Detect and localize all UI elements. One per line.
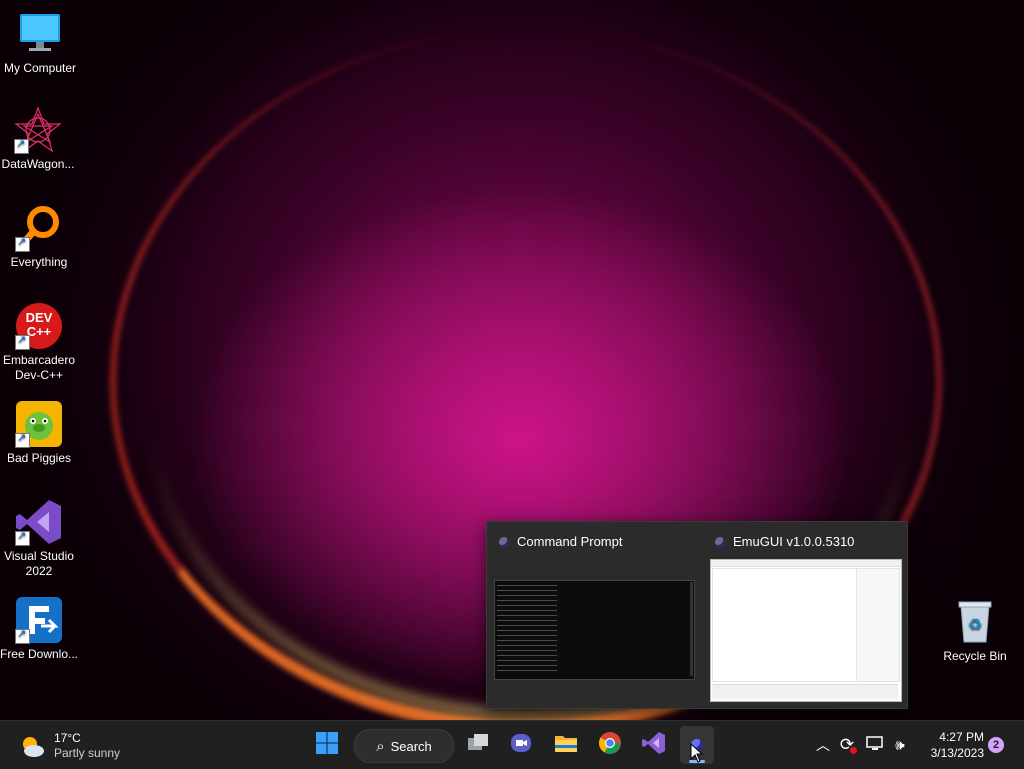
volume-button[interactable]: 🕪 xyxy=(886,729,914,761)
partly-sunny-icon xyxy=(18,732,46,760)
desktop-icon-label: My Computer xyxy=(3,61,77,75)
desktop-icon-label: DataWagon... xyxy=(1,157,75,171)
console-text-block xyxy=(497,583,557,675)
file-explorer-icon xyxy=(554,731,578,760)
start-button[interactable] xyxy=(311,729,343,761)
sync-error-icon: ⟳ xyxy=(840,735,858,755)
desktop-icon-label: Free Downlo... xyxy=(0,647,79,661)
magnifier-icon xyxy=(15,204,63,252)
chevron-up-icon: ︿ xyxy=(816,737,830,753)
emugui-icon xyxy=(715,536,725,547)
monitor-icon xyxy=(16,10,64,58)
free-download-icon xyxy=(15,596,63,644)
thumbnail-title-command-prompt[interactable]: Command Prompt xyxy=(499,534,622,549)
clock[interactable]: 4:27 PM 3/13/2023 xyxy=(916,729,984,761)
network-button[interactable] xyxy=(861,729,889,761)
speaker-icon: 🕪 xyxy=(895,736,905,754)
desktop-icon-everything[interactable]: Everything xyxy=(0,204,79,270)
desktop-icon-label: Embarcadero Dev-C++ xyxy=(2,353,76,382)
emugui-side-panel xyxy=(856,568,900,682)
clock-time: 4:27 PM xyxy=(939,730,984,744)
clock-date: 3/13/2023 xyxy=(930,746,984,760)
thumbnail-command-prompt[interactable] xyxy=(494,580,695,680)
shortcut-arrow-icon xyxy=(15,431,30,448)
notification-badge[interactable]: 2 xyxy=(988,737,1004,753)
chrome-icon xyxy=(598,731,622,760)
devcpp-icon: DEV C++ xyxy=(15,302,63,350)
teams-chat-button[interactable] xyxy=(505,729,537,761)
task-view-button[interactable] xyxy=(462,729,494,761)
emugui-button-row xyxy=(712,684,898,699)
desktop-icon-devcpp[interactable]: DEV C++ Embarcadero Dev-C++ xyxy=(0,302,79,383)
file-explorer-button[interactable] xyxy=(550,729,582,761)
desktop-icon-free-download[interactable]: Free Downlo... xyxy=(0,596,79,662)
chrome-button[interactable] xyxy=(594,729,626,761)
mouse-cursor-icon xyxy=(690,742,704,768)
desktop-icon-bad-piggies[interactable]: Bad Piggies xyxy=(0,400,79,466)
taskbar: 17°C Partly sunny ⌕ Search ︿ ⟳ 🕪 4:27 PM… xyxy=(0,720,1024,769)
bad-piggies-icon xyxy=(15,400,63,448)
notification-count: 2 xyxy=(992,739,1000,751)
thumbnail-title-emugui[interactable]: EmuGUI v1.0.0.5310 xyxy=(715,534,854,549)
shortcut-arrow-icon xyxy=(14,137,29,154)
desktop-icon-label: Recycle Bin xyxy=(943,649,1007,663)
weather-widget[interactable]: 17°C Partly sunny xyxy=(18,730,120,762)
weather-temperature: 17°C xyxy=(54,731,81,745)
shortcut-arrow-icon xyxy=(15,627,30,644)
search-button[interactable]: ⌕ Search xyxy=(354,729,454,763)
search-label: Search xyxy=(390,738,432,754)
svg-text:♻: ♻ xyxy=(968,617,982,634)
windows-start-icon xyxy=(315,731,339,760)
desktop-icon-label: Visual Studio 2022 xyxy=(4,549,74,578)
weather-condition: Partly sunny xyxy=(54,746,121,760)
visual-studio-taskbar-button[interactable] xyxy=(638,729,670,761)
sync-status-button[interactable]: ⟳ xyxy=(833,729,861,761)
shortcut-arrow-icon xyxy=(15,235,30,252)
desktop-icon-recycle-bin[interactable]: ♻ Recycle Bin xyxy=(935,598,1015,664)
desktop-icon-visual-studio[interactable]: Visual Studio 2022 xyxy=(0,498,79,579)
emugui-list-panel xyxy=(712,568,857,682)
desktop-icon-my-computer[interactable]: My Computer xyxy=(0,10,80,76)
visual-studio-icon xyxy=(15,498,63,546)
taskbar-thumbnail-flyout: Command Prompt EmuGUI v1.0.0.5310 xyxy=(486,521,908,709)
emugui-icon xyxy=(499,536,509,547)
emugui-menubar xyxy=(711,560,901,567)
thumbnail-title-text: Command Prompt xyxy=(517,534,623,549)
task-view-icon xyxy=(466,731,490,760)
desktop-icon-label: Everything xyxy=(10,255,68,269)
teams-chat-icon xyxy=(509,731,533,760)
shortcut-arrow-icon xyxy=(15,333,30,350)
thumbnail-emugui[interactable] xyxy=(710,559,902,702)
console-scrollbar xyxy=(690,582,693,676)
desktop-icon-label: Bad Piggies xyxy=(6,451,72,465)
shortcut-arrow-icon xyxy=(15,529,30,546)
desktop-icon-datawagon[interactable]: DataWagon... xyxy=(0,106,78,172)
network-icon xyxy=(866,734,884,757)
visual-studio-icon xyxy=(642,731,666,760)
search-icon: ⌕ xyxy=(376,737,385,755)
recycle-bin-icon: ♻ xyxy=(951,598,999,646)
thumbnail-title-text: EmuGUI v1.0.0.5310 xyxy=(733,534,855,549)
datawagon-icon xyxy=(14,106,62,154)
